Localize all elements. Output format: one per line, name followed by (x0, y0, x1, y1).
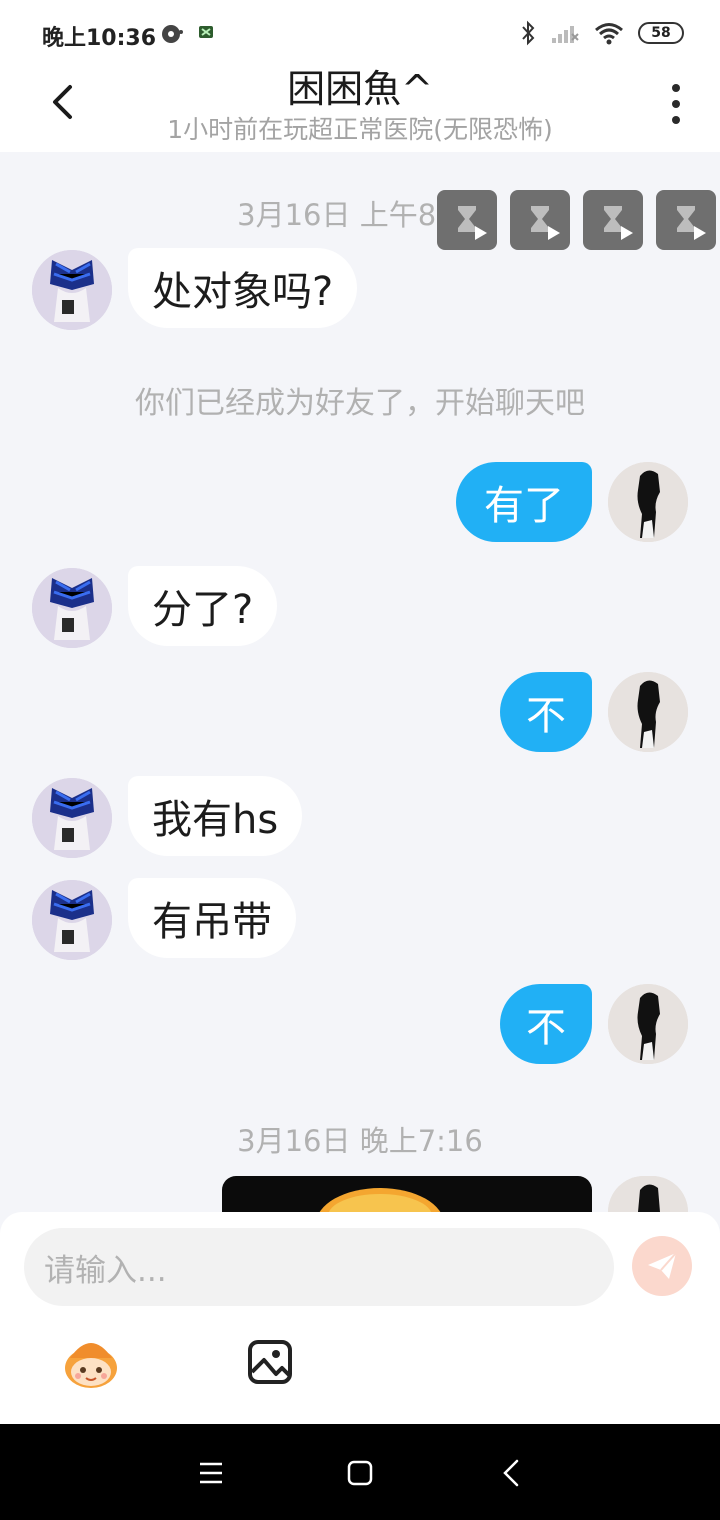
disc-icon (162, 25, 183, 43)
message-bubble-received[interactable]: 我有hs (128, 776, 303, 856)
my-avatar[interactable] (608, 1176, 688, 1212)
message-bubble-received[interactable]: 有吊带 (128, 878, 296, 958)
more-vertical-icon (672, 84, 680, 92)
wifi-icon (595, 23, 623, 45)
my-avatar-image (608, 462, 688, 542)
video-thumbnail[interactable] (437, 190, 497, 250)
message-timestamp: 3月16日 晚上7:16 (237, 1124, 483, 1158)
image-gallery-icon (248, 1340, 292, 1384)
play-icon (621, 226, 633, 240)
sticker-image (319, 1188, 441, 1212)
system-navigation-bar (0, 1424, 720, 1520)
message-bubble-sent[interactable]: 不 (500, 672, 592, 752)
message-bubble-received[interactable]: 分了? (128, 566, 278, 646)
home-square-icon[interactable] (345, 1458, 375, 1488)
contact-avatar-image (32, 568, 112, 648)
my-avatar[interactable] (608, 462, 688, 542)
my-avatar-image (608, 984, 688, 1064)
my-avatar[interactable] (608, 984, 688, 1064)
chat-header: 困困魚^ 1小时前在玩超正常医院(无限恐怖) (0, 52, 720, 152)
message-bubble-received[interactable]: 处对象吗? (128, 248, 358, 328)
video-thumbnail[interactable] (583, 190, 643, 250)
contact-avatar[interactable] (32, 880, 112, 960)
play-icon (475, 226, 487, 240)
contact-activity-status: 1小时前在玩超正常医院(无限恐怖) (167, 115, 553, 144)
menu-icon[interactable] (196, 1458, 226, 1488)
my-avatar-image (608, 672, 688, 752)
message-bubble-sent[interactable]: 不 (500, 984, 592, 1064)
nav-back-icon[interactable] (497, 1458, 527, 1488)
contact-name: 困困魚^ (287, 67, 433, 111)
my-avatar[interactable] (608, 672, 688, 752)
video-thumbnail[interactable] (510, 190, 570, 250)
emoji-button[interactable] (60, 1334, 122, 1392)
play-icon (694, 226, 706, 240)
message-bubble-sent[interactable]: 有了 (456, 462, 592, 542)
system-message: 你们已经成为好友了，开始聊天吧 (135, 386, 585, 421)
bluetooth-icon (522, 20, 535, 46)
emoji-face-icon (65, 1343, 117, 1388)
contact-avatar-image (32, 880, 112, 960)
contact-avatar-image (32, 778, 112, 858)
signal-icon (552, 26, 579, 43)
send-paper-plane-icon (648, 1252, 677, 1279)
gallery-button[interactable] (246, 1338, 294, 1386)
send-button[interactable] (632, 1236, 692, 1296)
status-notification-icons (160, 22, 216, 46)
contact-avatar[interactable] (32, 778, 112, 858)
video-thumbnail[interactable] (656, 190, 716, 250)
image-message[interactable] (222, 1176, 592, 1212)
more-options-button[interactable] (664, 84, 688, 124)
contact-avatar-image (32, 250, 112, 330)
contact-avatar[interactable] (32, 250, 112, 330)
status-right-icons: 58 (520, 20, 684, 46)
battery-indicator: 58 (638, 22, 684, 44)
my-avatar-image (608, 1176, 688, 1212)
contact-avatar[interactable] (32, 568, 112, 648)
message-input[interactable]: 请输入... (24, 1228, 614, 1306)
app-notification-icon (199, 26, 213, 38)
play-icon (548, 226, 560, 240)
message-composer: 请输入... (0, 1212, 720, 1424)
status-time: 晚上10:36 (42, 26, 157, 51)
